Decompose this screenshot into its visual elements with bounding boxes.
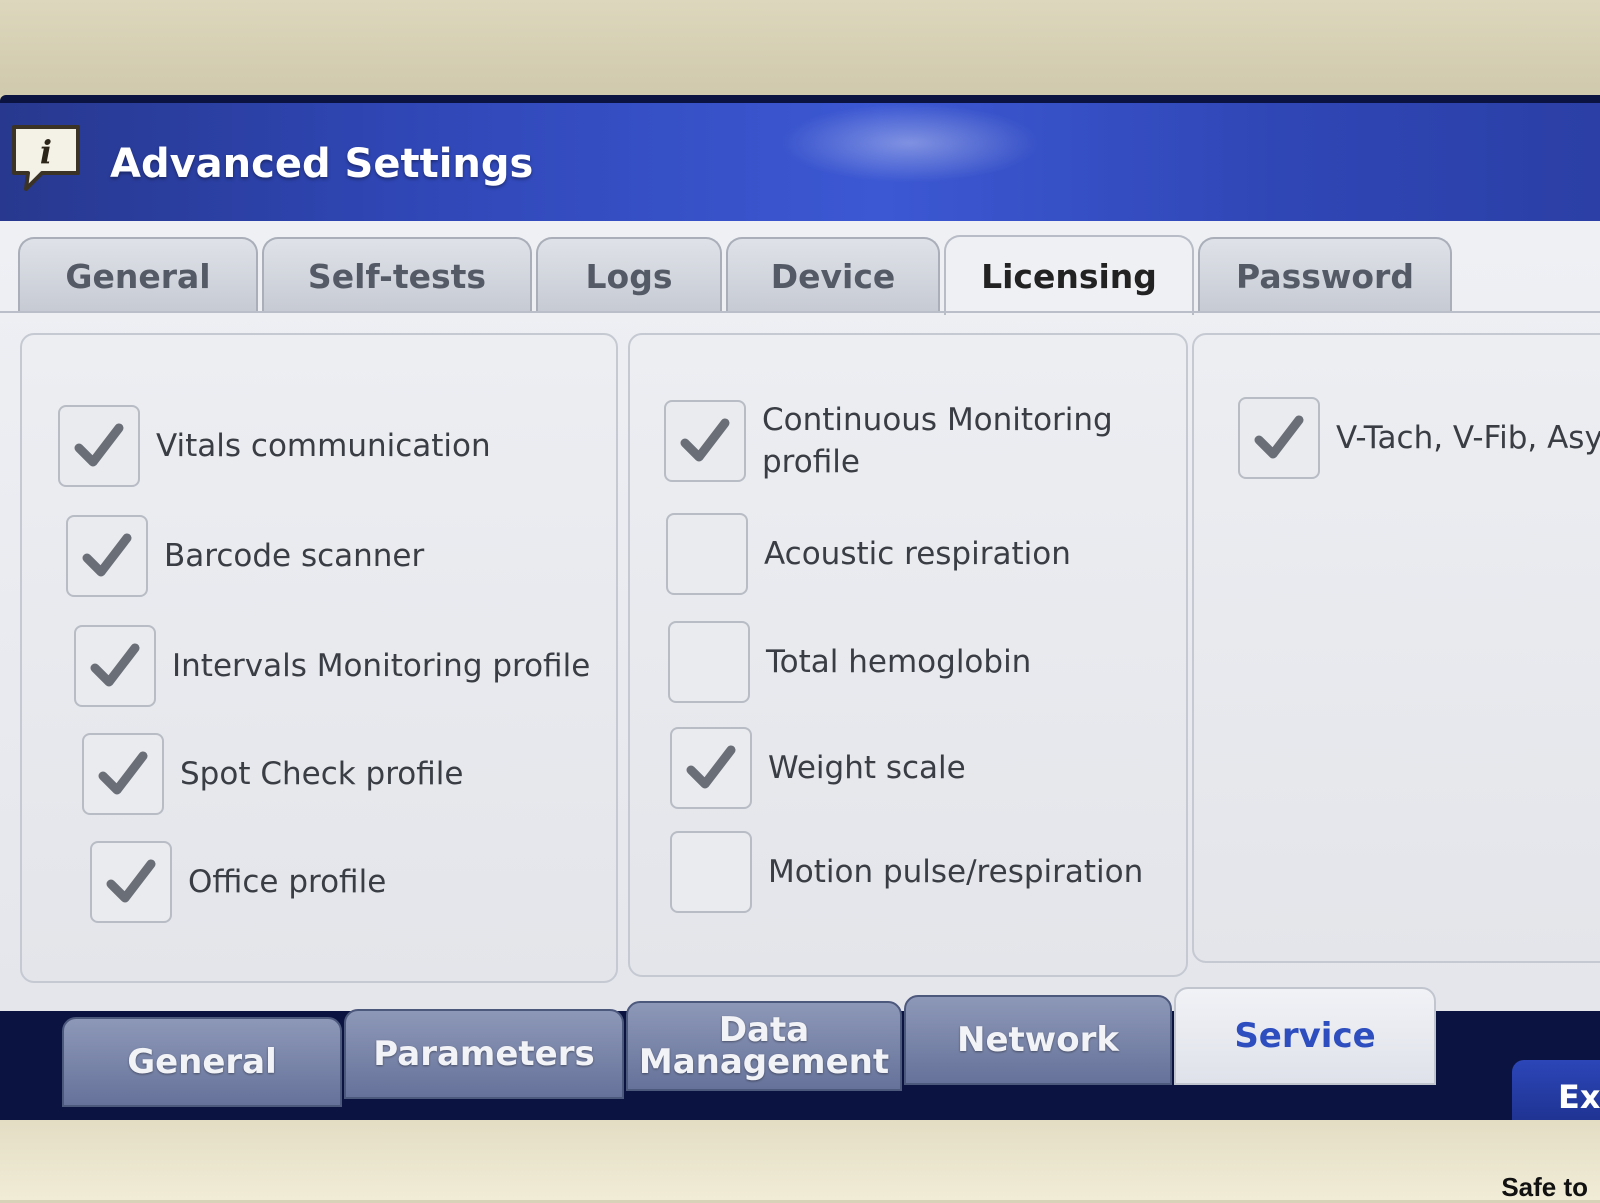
checkbox[interactable] xyxy=(82,733,164,815)
nav-tab-parameters[interactable]: Parameters xyxy=(344,1009,624,1099)
checkmark-icon xyxy=(98,751,148,795)
license-group-2: Continuous Monitoring profile Acoustic re… xyxy=(628,333,1188,977)
tab-licensing[interactable]: Licensing xyxy=(944,235,1194,315)
license-item-acoustic-respiration[interactable]: Acoustic respiration xyxy=(666,513,1071,595)
checkmark-icon xyxy=(686,745,736,789)
checkbox[interactable] xyxy=(1238,397,1320,479)
checkbox[interactable] xyxy=(670,727,752,809)
svg-text:i: i xyxy=(40,133,52,171)
tab-logs[interactable]: Logs xyxy=(536,237,722,313)
license-group-1: Vitals communication Barcode scanner Int… xyxy=(20,333,618,983)
license-item-spot-check-profile[interactable]: Spot Check profile xyxy=(82,733,463,815)
checkbox[interactable] xyxy=(664,400,746,482)
checkmark-icon xyxy=(106,859,156,903)
license-item-label: Acoustic respiration xyxy=(764,536,1071,572)
tab-general[interactable]: General xyxy=(18,237,258,313)
license-item-label: Barcode scanner xyxy=(164,538,425,574)
device-label: Safe to xyxy=(1501,1172,1588,1202)
title-bar: i Advanced Settings xyxy=(0,103,1600,221)
license-item-label: Total hemoglobin xyxy=(766,644,1032,680)
checkbox[interactable] xyxy=(90,841,172,923)
license-item-weight-scale[interactable]: Weight scale xyxy=(670,727,966,809)
device-bezel-top xyxy=(0,0,1600,100)
license-item-label: Intervals Monitoring profile xyxy=(172,648,591,684)
label-line-2: profile xyxy=(762,444,860,480)
checkmark-icon xyxy=(680,418,730,462)
nav-tab-network[interactable]: Network xyxy=(904,995,1172,1085)
nav-tab-service[interactable]: Service xyxy=(1174,987,1436,1085)
license-item-barcode-scanner[interactable]: Barcode scanner xyxy=(66,515,424,597)
license-item-label: Continuous Monitoring profile xyxy=(762,399,1113,483)
license-item-intervals-monitoring-profile[interactable]: Intervals Monitoring profile xyxy=(74,625,590,707)
device-screen: i Advanced Settings General Self-tests L… xyxy=(0,95,1600,1125)
license-item-label: Spot Check profile xyxy=(180,756,464,792)
license-item-total-hemoglobin[interactable]: Total hemoglobin xyxy=(668,621,1031,703)
device-bezel-bottom xyxy=(0,1120,1600,1200)
nav-label: Data Management xyxy=(639,1013,889,1079)
license-item-vitals-communication[interactable]: Vitals communication xyxy=(58,405,491,487)
label-line-1: Continuous Monitoring xyxy=(762,402,1113,438)
checkbox[interactable] xyxy=(58,405,140,487)
nav-tab-data-management[interactable]: Data Management xyxy=(626,1001,902,1091)
checkbox[interactable] xyxy=(666,513,748,595)
bottom-nav: General Parameters Data Management Networ… xyxy=(0,987,1600,1125)
checkbox[interactable] xyxy=(668,621,750,703)
license-item-label: Weight scale xyxy=(768,750,966,786)
checkbox[interactable] xyxy=(66,515,148,597)
tab-divider xyxy=(0,311,1600,313)
info-icon: i xyxy=(12,125,80,191)
license-item-label: Office profile xyxy=(188,864,387,900)
tab-self-tests[interactable]: Self-tests xyxy=(262,237,532,313)
license-item-motion-pulse-respiration[interactable]: Motion pulse/respiration xyxy=(670,831,1143,913)
license-item-label: V-Tach, V-Fib, Asyst xyxy=(1336,420,1600,456)
checkmark-icon xyxy=(90,643,140,687)
license-group-3: V-Tach, V-Fib, Asyst xyxy=(1192,333,1600,963)
nav-tab-general[interactable]: General xyxy=(62,1017,342,1107)
checkmark-icon xyxy=(74,423,124,467)
checkmark-icon xyxy=(82,533,132,577)
tab-password[interactable]: Password xyxy=(1198,237,1452,313)
license-item-label: Motion pulse/respiration xyxy=(768,854,1144,890)
window-title: Advanced Settings xyxy=(110,141,534,187)
checkmark-icon xyxy=(1254,415,1304,459)
license-item-label: Vitals communication xyxy=(156,428,491,464)
license-item-vtach-vfib-asyst[interactable]: V-Tach, V-Fib, Asyst xyxy=(1238,397,1600,479)
nav-label-line-2: Management xyxy=(638,1042,890,1082)
license-item-office-profile[interactable]: Office profile xyxy=(90,841,386,923)
tab-device[interactable]: Device xyxy=(726,237,940,313)
checkbox[interactable] xyxy=(670,831,752,913)
settings-panel: General Self-tests Logs Device Licensing… xyxy=(0,221,1600,1011)
license-item-continuous-monitoring-profile[interactable]: Continuous Monitoring profile xyxy=(664,399,1113,483)
top-tab-bar: General Self-tests Logs Device Licensing… xyxy=(0,221,1600,315)
checkbox[interactable] xyxy=(74,625,156,707)
